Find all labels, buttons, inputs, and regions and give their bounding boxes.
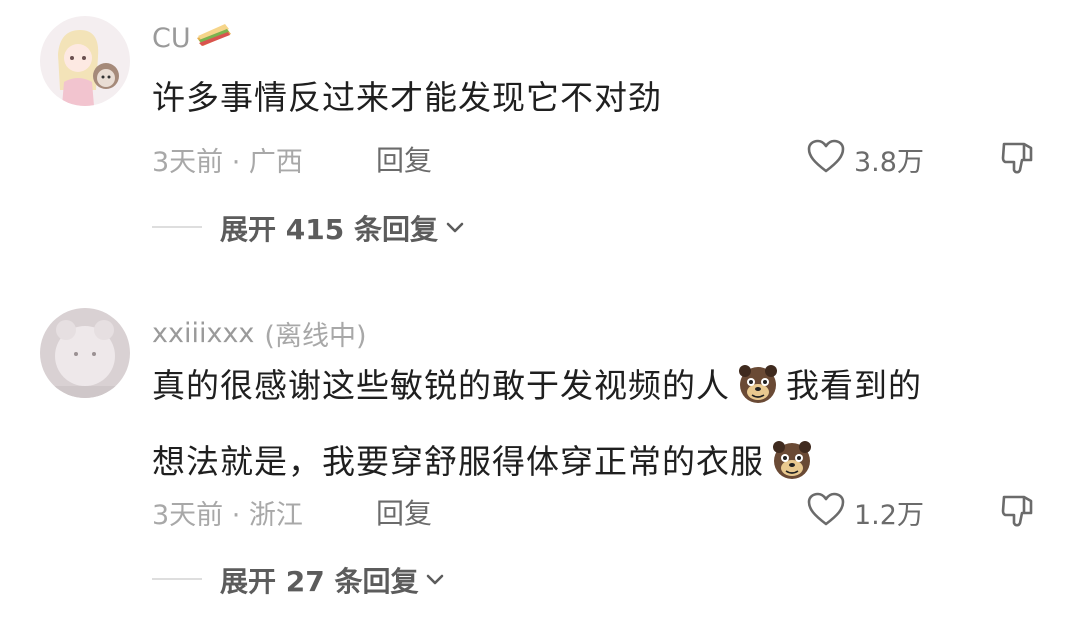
username[interactable]: CU — [152, 20, 233, 57]
time-location: 3天前 · 广西 — [152, 147, 303, 178]
thumbs-down-icon[interactable] — [998, 495, 1038, 535]
comment-text: 真的很感谢这些敏锐的敢于发视频的人 我看到的 想法就是，我要穿舒服得体穿正常的衣… — [152, 352, 1032, 504]
dog-face-emoji — [736, 360, 780, 428]
time-location: 3天前 · 浙江 — [152, 500, 303, 531]
expand-replies-label[interactable]: 展开 27 条回复 — [220, 560, 418, 600]
like-button[interactable]: 3.8万 — [806, 138, 924, 181]
online-status: (离线中) — [264, 321, 367, 352]
username-text[interactable]: xxiiixxx — [152, 318, 254, 349]
comment-text-line: 许多事情反过来才能发现它不对劲 — [152, 78, 662, 117]
avatar[interactable] — [40, 16, 130, 106]
divider — [152, 578, 202, 580]
comment-text-line: 想法就是，我要穿舒服得体穿正常的衣服 — [152, 442, 764, 481]
heart-outline-icon[interactable] — [806, 138, 846, 181]
username[interactable]: xxiiixxx (离线中) — [152, 314, 366, 353]
avatar[interactable] — [40, 308, 130, 398]
comment-text-line: 我看到的 — [786, 366, 922, 405]
comment-text-line: 真的很感谢这些敏锐的敢于发视频的人 — [152, 366, 730, 405]
chevron-down-icon[interactable] — [444, 212, 466, 245]
like-button[interactable]: 1.2万 — [806, 491, 924, 534]
like-count: 1.2万 — [854, 500, 924, 531]
chevron-down-icon[interactable] — [424, 564, 446, 597]
thumbs-down-icon[interactable] — [998, 142, 1038, 182]
sandwich-icon — [193, 20, 233, 57]
dislike-button[interactable] — [998, 138, 1038, 182]
username-text[interactable]: CU — [152, 23, 191, 54]
reply-button[interactable]: 回复 — [376, 492, 432, 532]
reply-button[interactable]: 回复 — [376, 139, 432, 179]
comment-meta: 3天前 · 广西 — [152, 140, 303, 179]
expand-replies-label[interactable]: 展开 415 条回复 — [220, 208, 438, 248]
expand-replies-button[interactable]: 展开 27 条回复 — [220, 560, 446, 600]
expand-replies-button[interactable]: 展开 415 条回复 — [220, 208, 466, 248]
comment-meta: 3天前 · 浙江 — [152, 493, 303, 532]
comment-text: 许多事情反过来才能发现它不对劲 — [152, 64, 1032, 132]
like-count: 3.8万 — [854, 147, 924, 178]
dislike-button[interactable] — [998, 491, 1038, 535]
divider — [152, 226, 202, 228]
heart-outline-icon[interactable] — [806, 491, 846, 534]
